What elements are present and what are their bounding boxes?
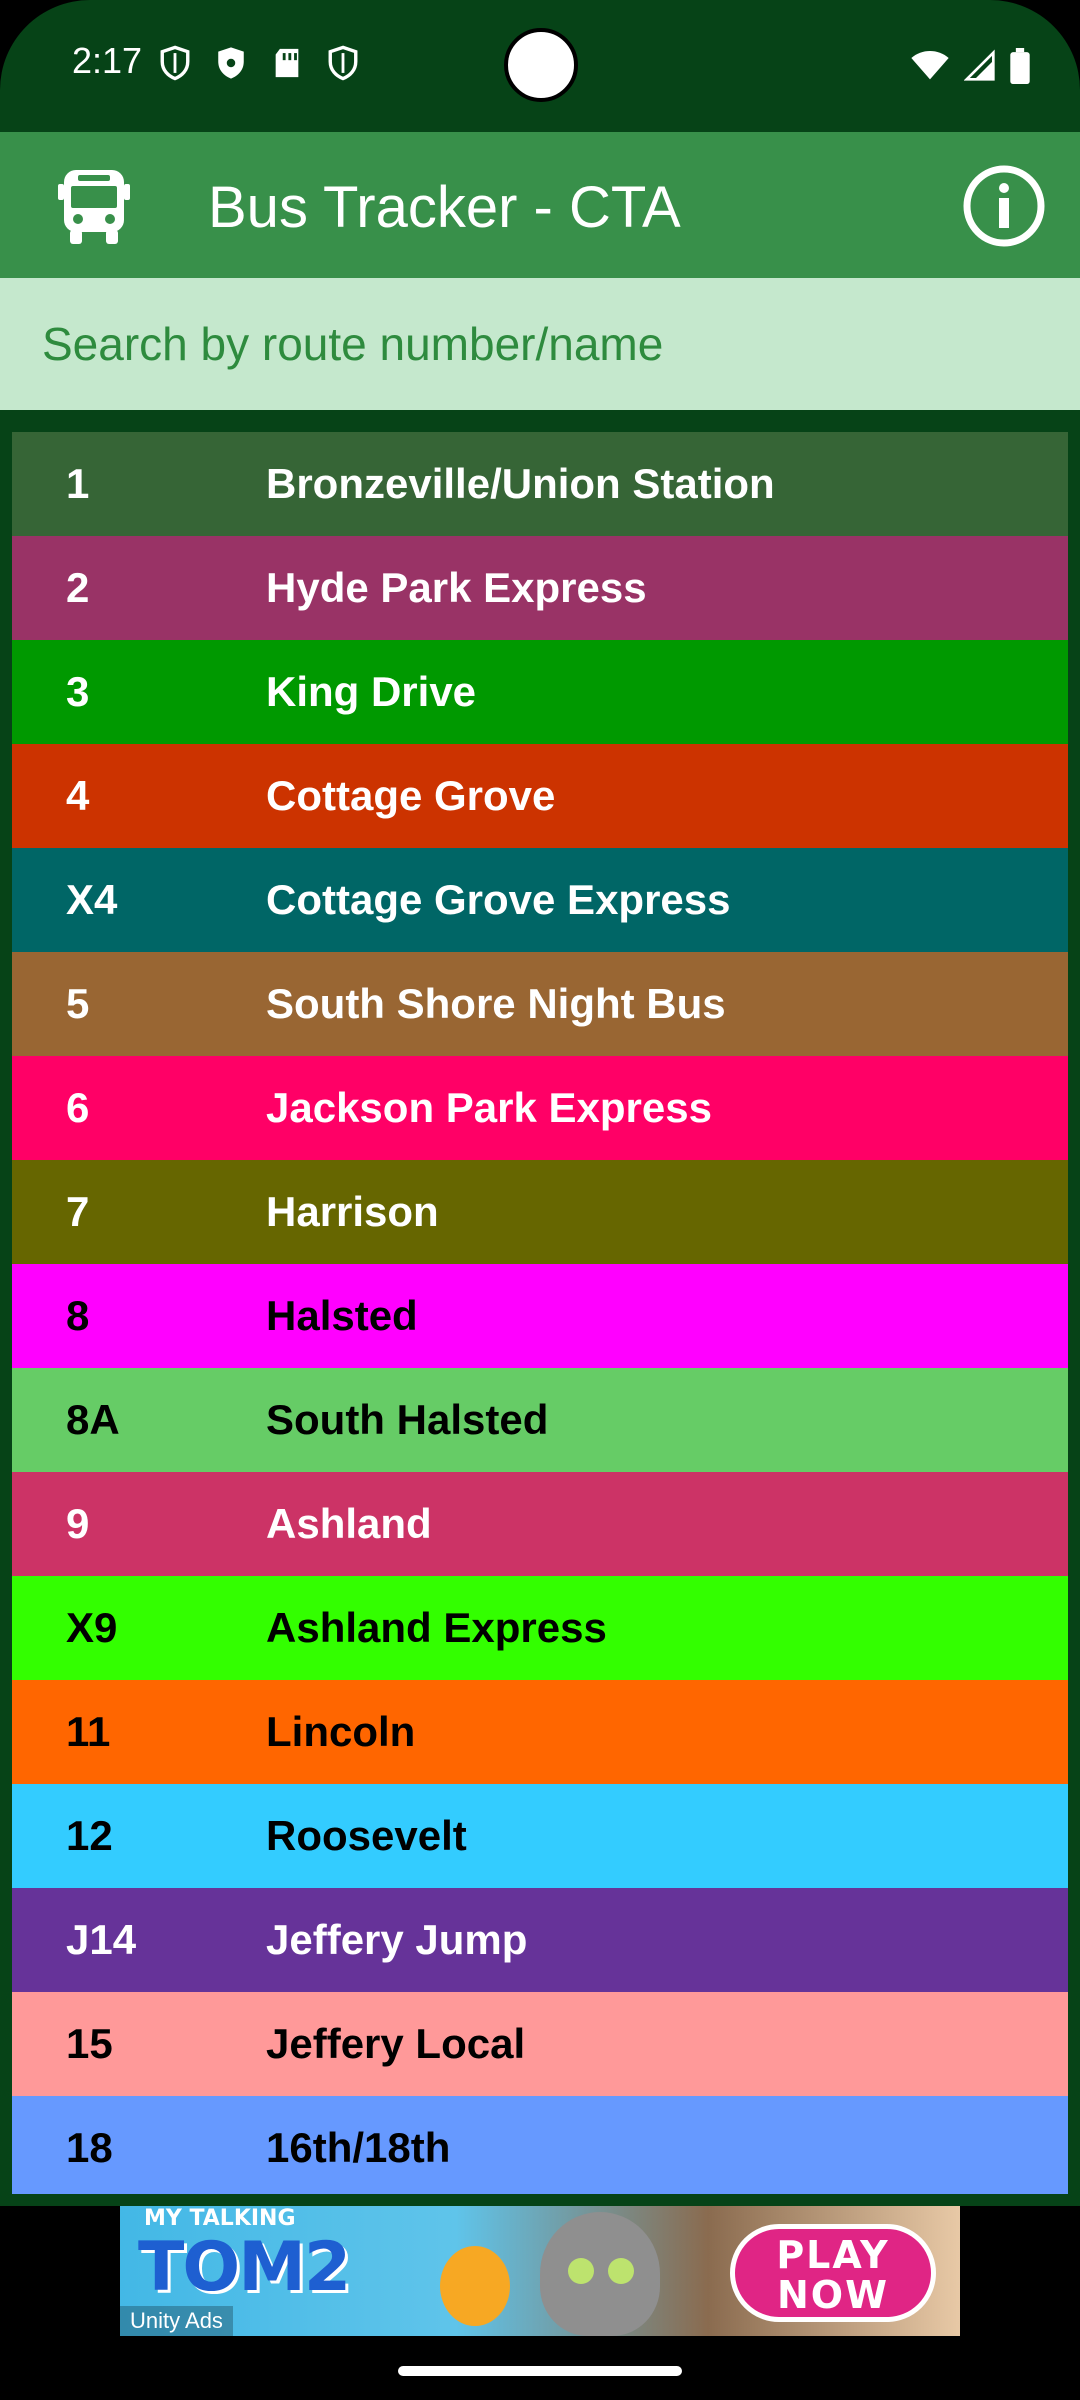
route-number: 7 — [66, 1188, 90, 1235]
route-name: Jeffery Local — [266, 2020, 526, 2067]
route-row[interactable]: 7 Harrison — [12, 1160, 1068, 1264]
route-number: 1 — [66, 460, 90, 507]
route-number: 11 — [66, 1708, 111, 1755]
app-title: Bus Tracker - CTA — [208, 175, 681, 240]
route-name: South Halsted — [266, 1396, 549, 1443]
route-row[interactable]: 15 Jeffery Local — [12, 1992, 1068, 2096]
route-list[interactable]: 1 Bronzeville/Union Station 2 Hyde Park Exp… — [12, 432, 1068, 2194]
route-row[interactable]: 2 Hyde Park Express — [12, 536, 1068, 640]
ad-banner[interactable]: MY TALKING TOM2 PLAY NOW Unity Ads — [120, 2206, 960, 2336]
route-name: Halsted — [266, 1292, 418, 1339]
status-time: 2:17 — [72, 40, 143, 81]
route-number: 4 — [66, 772, 90, 819]
route-number: 8A — [66, 1396, 120, 1443]
search-input[interactable] — [0, 278, 1080, 410]
route-row[interactable]: 8A South Halsted — [12, 1368, 1068, 1472]
ad-cta-line2: NOW — [776, 2273, 890, 2317]
route-number: 8 — [66, 1292, 90, 1339]
phone-screen: 2:17 Bus Tracker - CTA Search by route n… — [0, 0, 1080, 2400]
route-row[interactable]: J14 Jeffery Jump — [12, 1888, 1068, 1992]
route-name: Jeffery Jump — [266, 1916, 528, 1963]
ad-character-bird — [440, 2246, 510, 2326]
info-icon[interactable] — [962, 164, 1046, 248]
route-name: Bronzeville/Union Station — [266, 460, 775, 507]
route-row[interactable]: 1 Bronzeville/Union Station — [12, 432, 1068, 536]
route-row[interactable]: 3 King Drive — [12, 640, 1068, 744]
route-number: 2 — [66, 564, 90, 611]
route-row[interactable]: 11 Lincoln — [12, 1680, 1068, 1784]
route-row[interactable]: 5 South Shore Night Bus — [12, 952, 1068, 1056]
home-indicator[interactable] — [398, 2366, 682, 2376]
route-row[interactable]: 12 Roosevelt — [12, 1784, 1068, 1888]
bus-icon — [58, 170, 130, 244]
status-bar: 2:17 — [0, 0, 1080, 132]
signal-icon — [964, 49, 995, 81]
route-number: 6 — [66, 1084, 90, 1131]
ad-brand-logo: TOM2 — [138, 2228, 351, 2307]
route-row[interactable]: 8 Halsted — [12, 1264, 1068, 1368]
route-row[interactable]: 18 16th/18th — [12, 2096, 1068, 2194]
route-row[interactable]: 4 Cottage Grove — [12, 744, 1068, 848]
route-name: Ashland — [266, 1500, 432, 1547]
app-bar: Bus Tracker - CTA — [0, 132, 1080, 278]
route-name: Harrison — [266, 1188, 439, 1235]
route-name: South Shore Night Bus — [266, 980, 726, 1027]
shield-outline-icon-2 — [328, 45, 358, 81]
route-number: 5 — [66, 980, 90, 1027]
route-number: 3 — [66, 668, 90, 715]
sd-card-icon — [275, 48, 299, 78]
notification-icons — [158, 44, 360, 82]
shield-filled-icon — [218, 47, 244, 79]
route-number: 12 — [66, 1812, 113, 1859]
route-number: X9 — [66, 1604, 118, 1651]
ad-cat-eye — [568, 2258, 594, 2284]
route-name: Hyde Park Express — [266, 564, 647, 611]
route-name: Lincoln — [266, 1708, 416, 1755]
wifi-icon — [911, 51, 949, 80]
route-list-frame: 1 Bronzeville/Union Station 2 Hyde Park Exp… — [0, 410, 1080, 2206]
route-row[interactable]: X9 Ashland Express — [12, 1576, 1068, 1680]
route-name: King Drive — [266, 668, 477, 715]
ad-cat-eye — [608, 2258, 634, 2284]
route-number: 18 — [66, 2124, 113, 2171]
ad-character-cat — [540, 2212, 660, 2336]
route-name: Jackson Park Express — [266, 1084, 712, 1131]
ad-cta-line1: PLAY — [776, 2233, 890, 2277]
shield-outline-icon — [160, 45, 190, 81]
search-bar — [0, 278, 1080, 410]
system-icons — [910, 48, 1030, 84]
ad-network-label: Unity Ads — [120, 2306, 233, 2336]
route-number: 9 — [66, 1500, 90, 1547]
route-number: J14 — [66, 1916, 137, 1963]
route-name: Cottage Grove — [266, 772, 556, 819]
route-row[interactable]: X4 Cottage Grove Express — [12, 848, 1068, 952]
route-name: Cottage Grove Express — [266, 876, 731, 923]
camera-cutout — [504, 28, 578, 102]
route-number: 15 — [66, 2020, 113, 2067]
route-name: 16th/18th — [266, 2124, 451, 2171]
route-row[interactable]: 6 Jackson Park Express — [12, 1056, 1068, 1160]
route-row[interactable]: 9 Ashland — [12, 1472, 1068, 1576]
ad-play-now-button[interactable]: PLAY NOW — [730, 2224, 936, 2322]
route-name: Roosevelt — [266, 1812, 467, 1859]
route-number: X4 — [66, 876, 118, 923]
battery-icon — [1010, 48, 1030, 84]
route-name: Ashland Express — [266, 1604, 607, 1651]
